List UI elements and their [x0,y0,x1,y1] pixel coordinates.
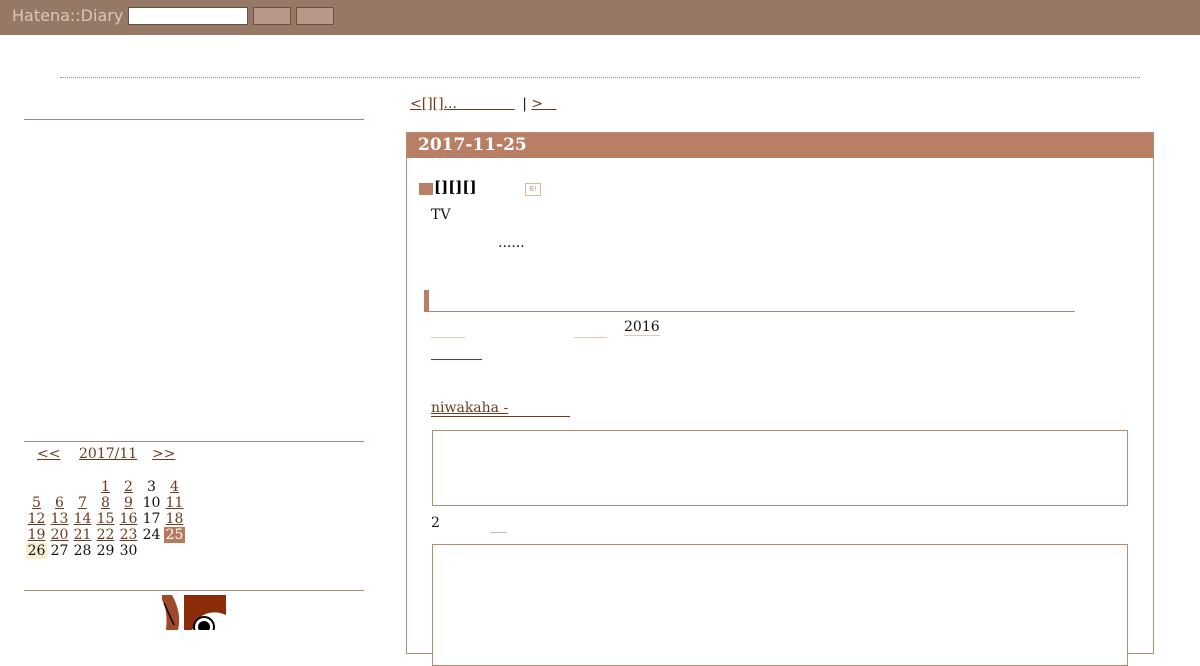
content-box-1 [432,430,1128,506]
calendar-day[interactable]: 13 [49,511,70,527]
calendar-day-link[interactable]: 5 [32,495,41,511]
search-button[interactable] [253,7,291,25]
calendar-day: 24 [142,527,161,543]
calendar-month-link[interactable]: 2017/11 [79,446,137,462]
pager-separator: | [522,96,527,112]
calendar-day: 26 [26,543,47,559]
calendar-day-link[interactable]: 25 [166,527,184,543]
number-label: 2 [431,515,440,531]
year-text: 2016 [624,319,660,336]
underlined-link[interactable] [431,359,482,360]
calendar-day[interactable]: 1 [95,479,116,495]
calendar-day-link[interactable]: 14 [74,511,92,527]
calendar-day-link[interactable]: 7 [78,495,87,511]
calendar-day[interactable]: 2 [118,479,139,495]
body-line-2: ...... [498,235,525,251]
calendar-day-link[interactable]: 15 [97,511,115,527]
calendar-day: 29 [96,543,115,559]
diary-day-box: 2017-11-25 [][][] B! TV ...... 2016 niwa… [406,132,1154,666]
calendar-next-link[interactable]: >> [152,446,175,462]
calendar-day-link[interactable]: 22 [97,527,115,543]
niwakaha-link-underline [431,416,570,417]
calendar-day-link[interactable]: 16 [120,511,138,527]
calendar-day[interactable]: 23 [118,527,139,543]
content-box-2 [432,544,1128,666]
calendar-day-link[interactable]: 9 [124,495,133,511]
header-dotted-divider [60,77,1140,78]
hatena-diary-logo[interactable]: Hatena::Diary [12,6,123,25]
calendar-day-link[interactable]: 4 [170,479,179,495]
link-underline-2[interactable] [574,337,607,338]
calendar-day[interactable]: 4 [164,479,185,495]
calendar-day: 27 [50,543,69,559]
body-line-1: TV [431,207,451,223]
calendar-day[interactable]: 16 [118,511,139,527]
niwakaha-link[interactable]: niwakaha - [431,400,508,416]
calendar-day-link[interactable]: 8 [101,495,110,511]
calendar-day[interactable]: 25 [164,527,185,543]
calendar-day-link[interactable]: 21 [74,527,92,543]
calendar-day-link[interactable]: 18 [166,511,184,527]
pager-next-link[interactable]: > [531,96,556,112]
calendar-day-link[interactable]: 20 [51,527,69,543]
calendar-day: 17 [142,511,161,527]
sidebar-top-divider [24,119,364,120]
calendar-day[interactable]: 6 [49,495,70,511]
section-mark-icon[interactable] [419,183,433,195]
mascot-icon [162,595,226,630]
calendar-day[interactable]: 19 [26,527,47,543]
calendar-day: 10 [142,495,161,511]
calendar-day-link[interactable]: 2 [124,479,133,495]
pager: <[][]... | > [410,96,557,112]
calendar-prev-link[interactable]: << [37,446,60,462]
calendar-day-link[interactable]: 6 [55,495,64,511]
calendar-day[interactable]: 8 [95,495,116,511]
link-underline-1[interactable] [431,337,465,338]
section-title: [][][] [434,178,477,196]
calendar-day-link[interactable]: 19 [28,527,46,543]
calendar-day[interactable]: 14 [72,511,93,527]
calendar-day: 30 [119,543,138,559]
pager-prev-link[interactable]: <[][]... [410,96,515,112]
calendar-day[interactable]: 22 [95,527,116,543]
calendar-day[interactable]: 12 [26,511,47,527]
calendar-day[interactable]: 18 [164,511,185,527]
secondary-button[interactable] [296,7,334,25]
calendar-day[interactable]: 7 [72,495,93,511]
search-input[interactable] [128,7,248,25]
calendar-day[interactable]: 15 [95,511,116,527]
top-bar: Hatena::Diary [0,0,1200,35]
calendar-day-link[interactable]: 1 [101,479,110,495]
calendar-top-divider [24,441,364,442]
calendar-bottom-divider [24,590,364,591]
bookmark-icon[interactable]: B! [525,183,541,196]
subsection-heading [424,290,1075,312]
calendar-day-link[interactable]: 11 [166,495,184,511]
calendar-day-link[interactable]: 12 [28,511,46,527]
calendar-day: 3 [147,479,156,495]
calendar-day[interactable]: 5 [26,495,47,511]
day-date-header[interactable]: 2017-11-25 [407,133,1153,158]
calendar-day: 28 [73,543,92,559]
calendar-day[interactable]: 11 [164,495,185,511]
calendar-day[interactable]: 9 [118,495,139,511]
small-link-underline[interactable] [490,532,507,533]
calendar-day-link[interactable]: 13 [51,511,69,527]
calendar-day[interactable]: 21 [72,527,93,543]
calendar-day[interactable]: 20 [49,527,70,543]
calendar-day-link[interactable]: 23 [120,527,138,543]
